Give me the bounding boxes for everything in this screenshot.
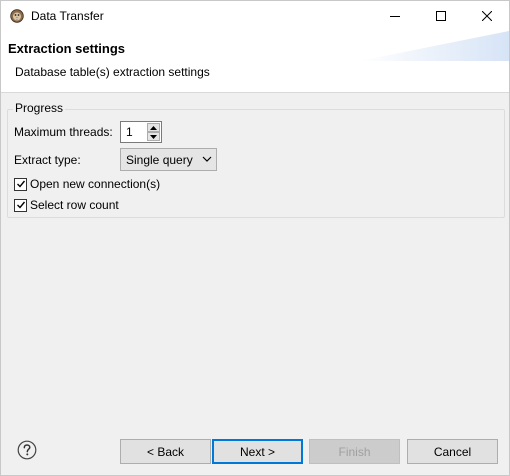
dbeaver-beaver-icon [10,9,24,23]
extract-type-dropdown[interactable]: Single query [120,148,217,171]
next-button[interactable]: Next > [212,439,303,464]
help-icon[interactable] [17,440,37,460]
extract-type-label: Extract type: [14,153,81,167]
close-button[interactable] [465,1,509,31]
caret-up-icon [150,125,157,130]
checkmark-icon [16,201,25,209]
title-bar: Data Transfer [1,1,509,31]
cancel-button[interactable]: Cancel [407,439,498,464]
progress-group-legend: Progress [13,101,66,115]
open-new-connection-option[interactable]: Open new connection(s) [14,177,160,191]
max-threads-label: Maximum threads: [14,125,113,139]
window-title: Data Transfer [31,9,104,23]
back-button[interactable]: < Back [120,439,211,464]
maximize-button[interactable] [419,1,463,31]
banner-decoration [359,31,509,61]
max-threads-spinner[interactable]: 1 [120,121,162,143]
caret-down-icon [150,134,157,139]
select-row-count-label: Select row count [30,198,119,212]
minimize-icon [390,16,400,17]
checkmark-icon [16,180,25,188]
page-header: Extraction settings Database table(s) ex… [1,31,509,93]
close-icon [482,11,492,21]
open-new-connection-label: Open new connection(s) [30,177,161,191]
open-new-connection-checkbox[interactable] [14,177,27,191]
data-transfer-dialog: Data Transfer Extraction settings Databa… [0,0,510,476]
spinner-down-button[interactable] [147,132,160,141]
select-row-count-checkbox[interactable] [14,198,27,212]
max-threads-value: 1 [126,125,133,139]
spinner-up-button[interactable] [147,123,160,132]
minimize-button[interactable] [373,1,417,31]
page-description: Database table(s) extraction settings [15,65,210,79]
extract-type-value: Single query [126,153,193,167]
page-title: Extraction settings [8,41,126,56]
finish-button[interactable]: Finish [309,439,400,464]
chevron-down-icon [202,156,212,162]
maximize-icon [436,11,446,21]
select-row-count-option[interactable]: Select row count [14,198,119,212]
spinner-buttons [147,123,160,141]
